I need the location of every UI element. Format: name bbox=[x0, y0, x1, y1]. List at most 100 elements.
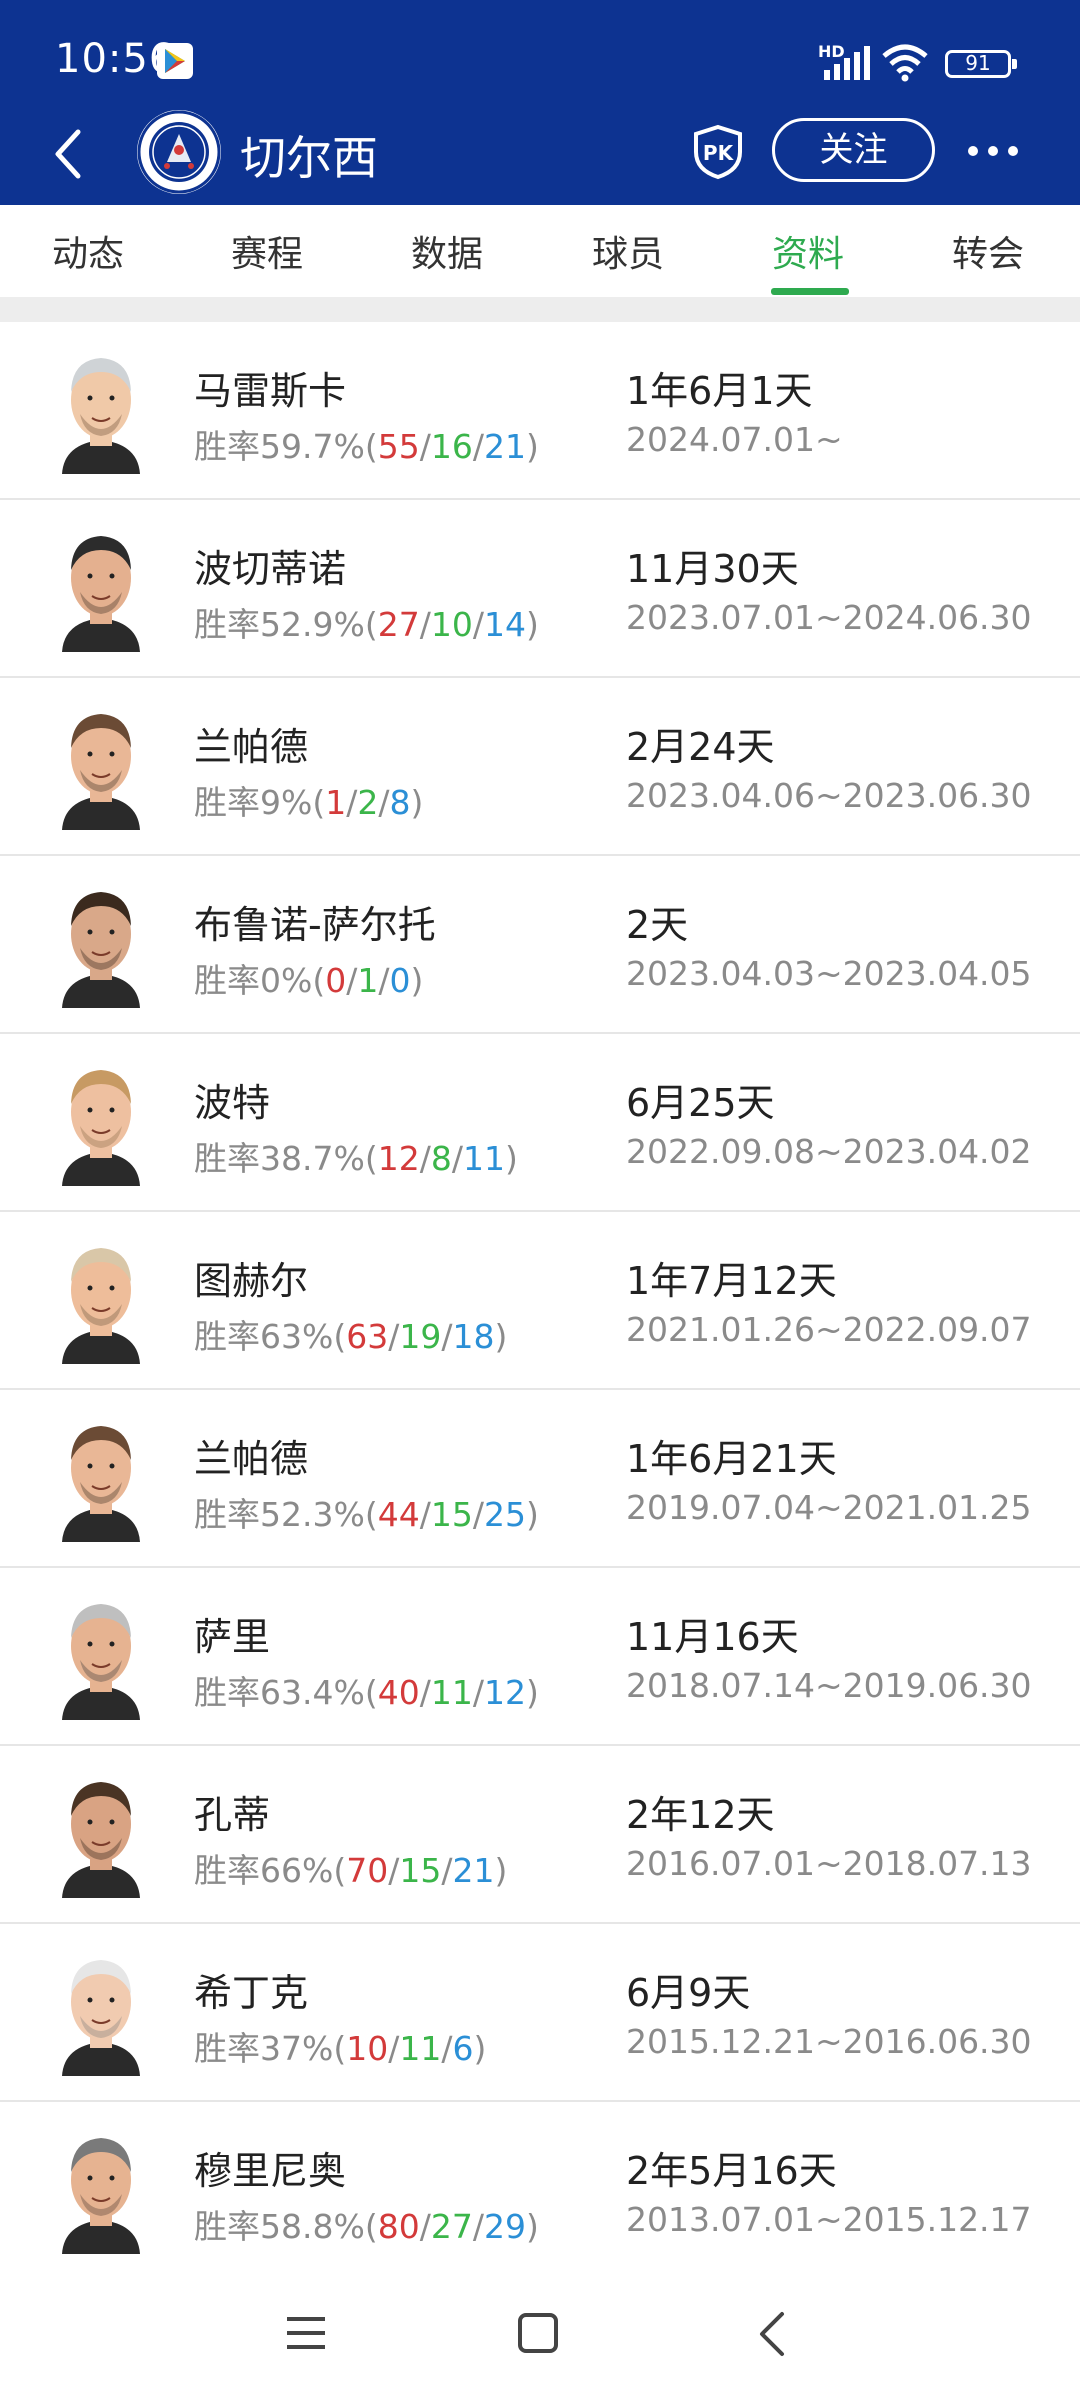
win-rate: 胜率0% bbox=[194, 961, 313, 1000]
system-nav-bar bbox=[0, 2270, 1080, 2400]
play-store-icon bbox=[157, 43, 193, 79]
wins-count: 10 bbox=[346, 2029, 389, 2068]
tab-transfers[interactable]: 转会 bbox=[952, 225, 1024, 295]
back-arrow-icon[interactable] bbox=[48, 124, 88, 184]
coach-avatar bbox=[56, 700, 146, 830]
tenure-period: 2016.07.01~2018.07.13 bbox=[626, 1844, 1032, 1883]
tenure-period: 2022.09.08~2023.04.02 bbox=[626, 1132, 1032, 1171]
win-rate: 胜率52.9% bbox=[194, 605, 365, 644]
wins-count: 44 bbox=[377, 1495, 420, 1534]
coach-row[interactable]: 穆里尼奥 胜率58.8%(80/27/29) 2年5月16天 2013.07.01~2… bbox=[0, 2102, 1080, 2280]
pk-label: PK bbox=[703, 141, 735, 165]
coach-name: 兰帕德 bbox=[194, 1437, 309, 1481]
losses-count: 11 bbox=[462, 1139, 505, 1178]
club-nav-row: 切尔西 PK 关注 bbox=[0, 110, 1080, 205]
coach-row[interactable]: 孔蒂 胜率66%(70/15/21) 2年12天 2016.07.01~2018.07… bbox=[0, 1746, 1080, 1924]
draws-count: 11 bbox=[430, 1673, 473, 1712]
win-rate-line: 胜率9%(1/2/8) bbox=[194, 783, 424, 822]
coach-avatar bbox=[56, 1946, 146, 2076]
win-rate-line: 胜率59.7%(55/16/21) bbox=[194, 427, 539, 466]
losses-count: 29 bbox=[483, 2207, 526, 2246]
follow-button[interactable]: 关注 bbox=[772, 118, 935, 182]
win-rate-line: 胜率52.3%(44/15/25) bbox=[194, 1495, 539, 1534]
tenure-length: 6月9天 bbox=[626, 1971, 751, 2015]
wins-count: 1 bbox=[325, 783, 347, 822]
coach-row[interactable]: 马雷斯卡 胜率59.7%(55/16/21) 1年6月1天 2024.07.01~ bbox=[0, 322, 1080, 500]
tenure-period: 2018.07.14~2019.06.30 bbox=[626, 1666, 1032, 1705]
win-rate: 胜率58.8% bbox=[194, 2207, 365, 2246]
wins-count: 80 bbox=[377, 2207, 420, 2246]
tab-info[interactable]: 资料 bbox=[772, 225, 844, 295]
home-icon[interactable] bbox=[518, 2313, 558, 2353]
signal-icon bbox=[824, 46, 870, 80]
club-logo bbox=[137, 110, 221, 194]
tenure-period: 2023.04.06~2023.06.30 bbox=[626, 776, 1032, 815]
tenure-length: 1年6月1天 bbox=[626, 369, 813, 413]
win-rate: 胜率66% bbox=[194, 1851, 334, 1890]
draws-count: 15 bbox=[430, 1495, 473, 1534]
tenure-length: 11月30天 bbox=[626, 547, 799, 591]
coach-avatar bbox=[56, 522, 146, 652]
tenure-length: 1年7月12天 bbox=[626, 1259, 837, 1303]
tenure-length: 6月25天 bbox=[626, 1081, 775, 1125]
tab-news[interactable]: 动态 bbox=[52, 225, 124, 295]
tenure-length: 2年12天 bbox=[626, 1793, 775, 1837]
coach-row[interactable]: 图赫尔 胜率63%(63/19/18) 1年7月12天 2021.01.26~2022… bbox=[0, 1212, 1080, 1390]
tab-players[interactable]: 球员 bbox=[592, 225, 664, 295]
section-separator bbox=[0, 297, 1080, 322]
win-rate: 胜率63.4% bbox=[194, 1673, 365, 1712]
wins-count: 12 bbox=[377, 1139, 420, 1178]
coach-row[interactable]: 兰帕德 胜率52.3%(44/15/25) 1年6月21天 2019.07.04~20… bbox=[0, 1390, 1080, 1568]
tenure-length: 2天 bbox=[626, 903, 689, 947]
win-rate: 胜率59.7% bbox=[194, 427, 365, 466]
coach-avatar bbox=[56, 1412, 146, 1542]
coach-avatar bbox=[56, 1234, 146, 1364]
losses-count: 18 bbox=[452, 1317, 495, 1356]
losses-count: 6 bbox=[452, 2029, 474, 2068]
coach-row[interactable]: 布鲁诺-萨尔托 胜率0%(0/1/0) 2天 2023.04.03~2023.04.0… bbox=[0, 856, 1080, 1034]
tenure-period: 2013.07.01~2015.12.17 bbox=[626, 2200, 1032, 2239]
coach-row[interactable]: 兰帕德 胜率9%(1/2/8) 2月24天 2023.04.06~2023.06.30 bbox=[0, 678, 1080, 856]
losses-count: 12 bbox=[483, 1673, 526, 1712]
more-options-icon[interactable] bbox=[968, 146, 1020, 158]
coach-name: 波切蒂诺 bbox=[194, 547, 347, 591]
coach-avatar bbox=[56, 1590, 146, 1720]
wins-count: 63 bbox=[346, 1317, 389, 1356]
tenure-length: 11月16天 bbox=[626, 1615, 799, 1659]
coach-row[interactable]: 希丁克 胜率37%(10/11/6) 6月9天 2015.12.21~2016.06.… bbox=[0, 1924, 1080, 2102]
win-rate-line: 胜率58.8%(80/27/29) bbox=[194, 2207, 539, 2246]
tenure-period: 2015.12.21~2016.06.30 bbox=[626, 2022, 1032, 2061]
recent-apps-icon[interactable] bbox=[285, 2315, 327, 2351]
coach-name: 图赫尔 bbox=[194, 1259, 309, 1303]
tenure-period: 2023.04.03~2023.04.05 bbox=[626, 954, 1032, 993]
win-rate: 胜率38.7% bbox=[194, 1139, 365, 1178]
coach-row[interactable]: 波切蒂诺 胜率52.9%(27/10/14) 11月30天 2023.07.01~20… bbox=[0, 500, 1080, 678]
club-name: 切尔西 bbox=[240, 131, 378, 185]
draws-count: 15 bbox=[399, 1851, 442, 1890]
system-back-icon[interactable] bbox=[756, 2310, 788, 2358]
wins-count: 70 bbox=[346, 1851, 389, 1890]
coach-row[interactable]: 萨里 胜率63.4%(40/11/12) 11月16天 2018.07.14~2019… bbox=[0, 1568, 1080, 1746]
win-rate-line: 胜率0%(0/1/0) bbox=[194, 961, 424, 1000]
losses-count: 25 bbox=[483, 1495, 526, 1534]
coach-name: 穆里尼奥 bbox=[194, 2149, 347, 2193]
coach-avatar bbox=[56, 344, 146, 474]
win-rate-line: 胜率38.7%(12/8/11) bbox=[194, 1139, 518, 1178]
win-rate: 胜率63% bbox=[194, 1317, 334, 1356]
active-tab-indicator bbox=[771, 288, 849, 295]
coach-name: 波特 bbox=[194, 1081, 271, 1125]
draws-count: 11 bbox=[399, 2029, 442, 2068]
win-rate: 胜率52.3% bbox=[194, 1495, 365, 1534]
wins-count: 55 bbox=[377, 427, 420, 466]
coach-row[interactable]: 波特胜率38.7%(12/8/11) 6月25天 2022.09.08~2023.0… bbox=[0, 1034, 1080, 1212]
pk-shield-icon[interactable]: PK bbox=[692, 124, 744, 180]
coach-name: 兰帕德 bbox=[194, 725, 309, 769]
tenure-period: 2023.07.01~2024.06.30 bbox=[626, 598, 1032, 637]
draws-count: 10 bbox=[430, 605, 473, 644]
draws-count: 27 bbox=[430, 2207, 473, 2246]
app-header: 10:56 HD 91 切尔西 PK 关注 bbox=[0, 0, 1080, 205]
win-rate-line: 胜率66%(70/15/21) bbox=[194, 1851, 508, 1890]
tab-stats[interactable]: 数据 bbox=[411, 225, 483, 295]
coach-name: 马雷斯卡 bbox=[194, 369, 347, 413]
tab-schedule[interactable]: 赛程 bbox=[231, 225, 303, 295]
